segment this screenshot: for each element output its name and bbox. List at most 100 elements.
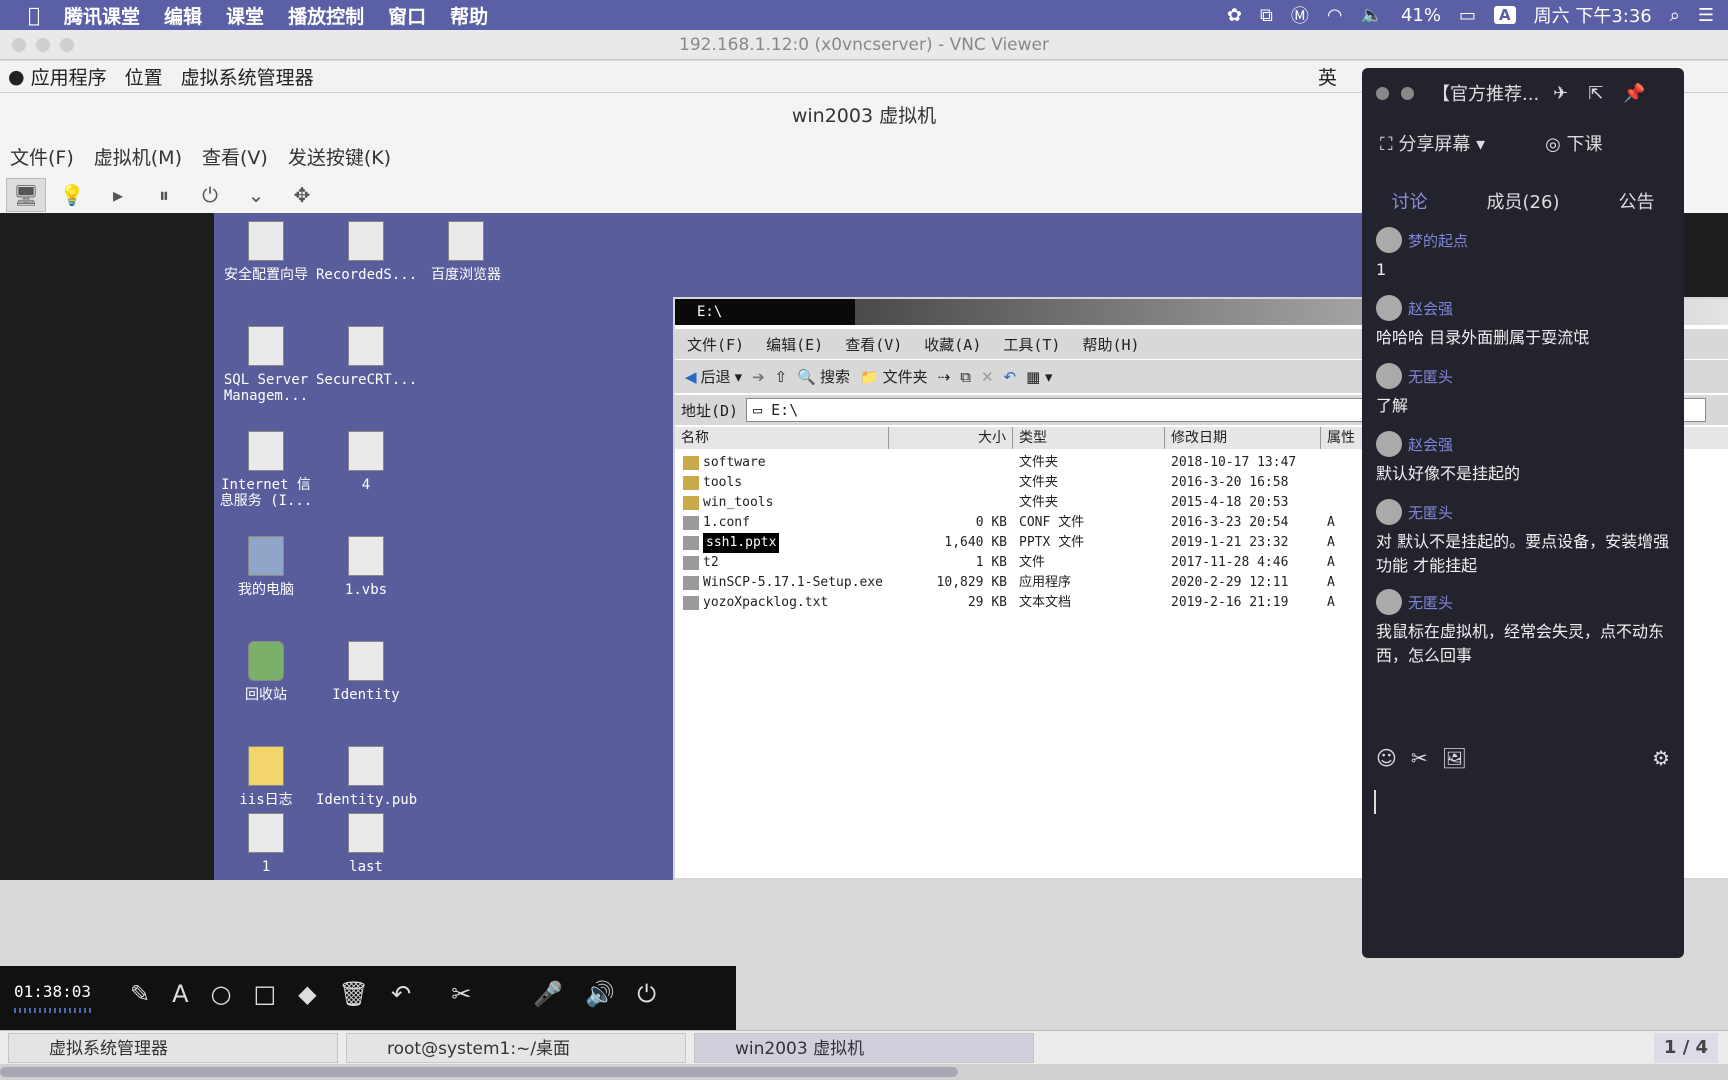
share-screen-button[interactable]: ⛶ 分享屏幕 ▾ xyxy=(1380,130,1485,156)
details-bulb-icon[interactable]: 💡 xyxy=(52,178,92,212)
desktop-icon[interactable]: 百度浏览器 xyxy=(416,221,516,283)
run-icon[interactable]: ▸ xyxy=(98,178,138,212)
task-win2003-vm[interactable]: win2003 虚拟机 xyxy=(694,1033,1034,1063)
ex-menu-file[interactable]: 文件(F) xyxy=(687,334,744,355)
scissors-menu-icon[interactable]: ✂ xyxy=(451,980,471,1008)
pause-icon[interactable]: ⏸ xyxy=(144,178,184,212)
desktop-icon[interactable]: 1.vbs xyxy=(316,536,416,598)
pin-icon[interactable]: 📌 xyxy=(1623,83,1645,104)
console-icon[interactable]: 🖥 xyxy=(6,178,46,212)
close-window-dot[interactable] xyxy=(12,38,26,52)
mac-menu-edit[interactable]: 编辑 xyxy=(164,2,202,29)
ex-menu-view[interactable]: 查看(V) xyxy=(845,334,902,355)
ex-menu-edit[interactable]: 编辑(E) xyxy=(766,334,823,355)
wifi-icon[interactable]: ◠ xyxy=(1327,5,1343,26)
avatar[interactable] xyxy=(1376,431,1402,457)
vm-menu-file[interactable]: 文件(F) xyxy=(10,143,74,170)
scrollbar-thumb[interactable] xyxy=(0,1067,958,1077)
mac-menu-playback[interactable]: 播放控制 xyxy=(288,2,364,29)
views-icon[interactable]: ▦ ▾ xyxy=(1026,368,1052,386)
col-date[interactable]: 修改日期 xyxy=(1165,427,1321,449)
gnome-ime-indicator[interactable]: 英 xyxy=(1318,63,1337,90)
shutdown-icon[interactable]: ⏻ xyxy=(190,178,230,212)
delete-icon[interactable]: ✕ xyxy=(981,368,994,386)
ex-menu-favorites[interactable]: 收藏(A) xyxy=(924,334,981,355)
desktop-icon[interactable]: Identity.pub xyxy=(316,746,417,808)
undo-icon[interactable]: ↶ xyxy=(1004,368,1017,386)
chat-input-caret[interactable] xyxy=(1374,790,1376,814)
image-icon[interactable]: 🖼 xyxy=(1442,746,1467,770)
speaker-icon[interactable]: 🔊 xyxy=(585,980,615,1008)
chat-message-author[interactable]: 无匿头 xyxy=(1376,362,1676,390)
scissors-icon[interactable]: ✂ xyxy=(1411,746,1428,770)
text-icon[interactable]: A xyxy=(172,980,188,1008)
end-class-button[interactable]: ◎ 下课 xyxy=(1545,130,1602,156)
chat-message-author[interactable]: 赵会强 xyxy=(1376,294,1676,322)
up-folder-icon[interactable]: ⇧ xyxy=(775,368,788,386)
avatar[interactable] xyxy=(1376,295,1402,321)
microphone-icon[interactable]: 🎤 xyxy=(533,980,563,1008)
vm-menu-sendkey[interactable]: 发送按键(K) xyxy=(288,143,391,170)
zoom-window-dot[interactable] xyxy=(60,38,74,52)
desktop-icon[interactable]: Identity xyxy=(316,641,416,703)
workspace-pager[interactable]: 1 / 4 xyxy=(1654,1033,1718,1063)
task-virt-manager[interactable]: 虚拟系统管理器 xyxy=(8,1033,338,1063)
horizontal-scrollbar[interactable] xyxy=(0,1064,1728,1080)
emoji-icon[interactable]: ☺ xyxy=(1376,746,1397,770)
desktop-icon[interactable]: 4 xyxy=(316,431,416,493)
win2003-desktop[interactable]: 安全配置向导 RecordedS... 百度浏览器 SQL Server Manage… xyxy=(214,213,1728,880)
vm-menu-view[interactable]: 查看(V) xyxy=(202,143,268,170)
col-name[interactable]: 名称 xyxy=(675,427,889,449)
gear-status-icon[interactable]: ✿ xyxy=(1227,5,1242,26)
desktop-icon[interactable]: 1 xyxy=(216,813,316,875)
power-icon[interactable]: ⏻ xyxy=(637,980,656,1008)
desktop-icon[interactable]: iis日志 xyxy=(216,746,316,808)
chat-minimize-dot[interactable] xyxy=(1401,86,1414,100)
vm-menu-vm[interactable]: 虚拟机(M) xyxy=(94,143,182,170)
avatar[interactable] xyxy=(1376,227,1402,253)
desktop-icon[interactable]: 我的电脑 xyxy=(216,536,316,598)
tab-discussion[interactable]: 讨论 xyxy=(1392,188,1428,214)
avatar[interactable] xyxy=(1376,589,1402,615)
eraser-icon[interactable]: ◆ xyxy=(298,980,316,1008)
col-type[interactable]: 类型 xyxy=(1013,427,1165,449)
chat-message-author[interactable]: 无匿头 xyxy=(1376,588,1676,616)
volume-icon[interactable]: 🔈 xyxy=(1361,5,1383,26)
col-size[interactable]: 大小 xyxy=(889,427,1013,449)
mac-menu-app[interactable]: 腾讯课堂 xyxy=(64,2,140,29)
tab-notice[interactable]: 公告 xyxy=(1618,188,1654,214)
search-button[interactable]: 🔍 搜索 xyxy=(797,366,850,387)
move-to-icon[interactable]: ⇢ xyxy=(938,368,951,386)
tab-members[interactable]: 成员(26) xyxy=(1487,188,1560,214)
apple-menu-icon[interactable]:  xyxy=(28,3,40,27)
desktop-icon[interactable]: SecureCRT... xyxy=(316,326,417,388)
spotlight-search-icon[interactable]: ⌕ xyxy=(1670,5,1680,26)
notification-center-icon[interactable]: ☰ xyxy=(1698,5,1714,26)
trash-icon[interactable]: 🗑 xyxy=(339,980,369,1008)
battery-icon[interactable]: ▭ xyxy=(1459,5,1476,26)
desktop-icon[interactable]: RecordedS... xyxy=(316,221,417,283)
mac-menu-help[interactable]: 帮助 xyxy=(450,2,488,29)
forward-arrow-icon[interactable]: ➔ xyxy=(752,368,765,386)
undo-icon[interactable]: ↶ xyxy=(391,980,411,1008)
chat-message-author[interactable]: 赵会强 xyxy=(1376,430,1676,458)
desktop-icon[interactable]: 安全配置向导 xyxy=(216,221,316,283)
chat-message-author[interactable]: 无匿头 xyxy=(1376,498,1676,526)
copy-to-icon[interactable]: ⧉ xyxy=(960,368,971,386)
pen-icon[interactable]: ✎ xyxy=(130,980,150,1008)
task-terminal[interactable]: root@system1:~/桌面 xyxy=(346,1033,686,1063)
back-button[interactable]: ◀ 后退 ▾ xyxy=(685,366,742,387)
screen-status-icon[interactable]: ⧉ xyxy=(1260,5,1273,26)
chevron-down-icon[interactable]: ⌄ xyxy=(236,178,276,212)
gnome-menu-places[interactable]: 位置 xyxy=(125,63,163,90)
chat-close-dot[interactable] xyxy=(1376,86,1389,100)
avatar[interactable] xyxy=(1376,363,1402,389)
gnome-menu-virt-manager[interactable]: 虚拟系统管理器 xyxy=(181,63,314,90)
send-plane-icon[interactable]: ✈ xyxy=(1553,83,1568,104)
avatar[interactable] xyxy=(1376,499,1402,525)
settings-gear-icon[interactable]: ⚙ xyxy=(1652,746,1670,770)
share-out-icon[interactable]: ⇱ xyxy=(1588,83,1603,104)
desktop-icon[interactable]: 回收站 xyxy=(216,641,316,703)
rectangle-icon[interactable]: □ xyxy=(253,980,276,1008)
menu-clock[interactable]: 周六 下午3:36 xyxy=(1534,2,1652,28)
